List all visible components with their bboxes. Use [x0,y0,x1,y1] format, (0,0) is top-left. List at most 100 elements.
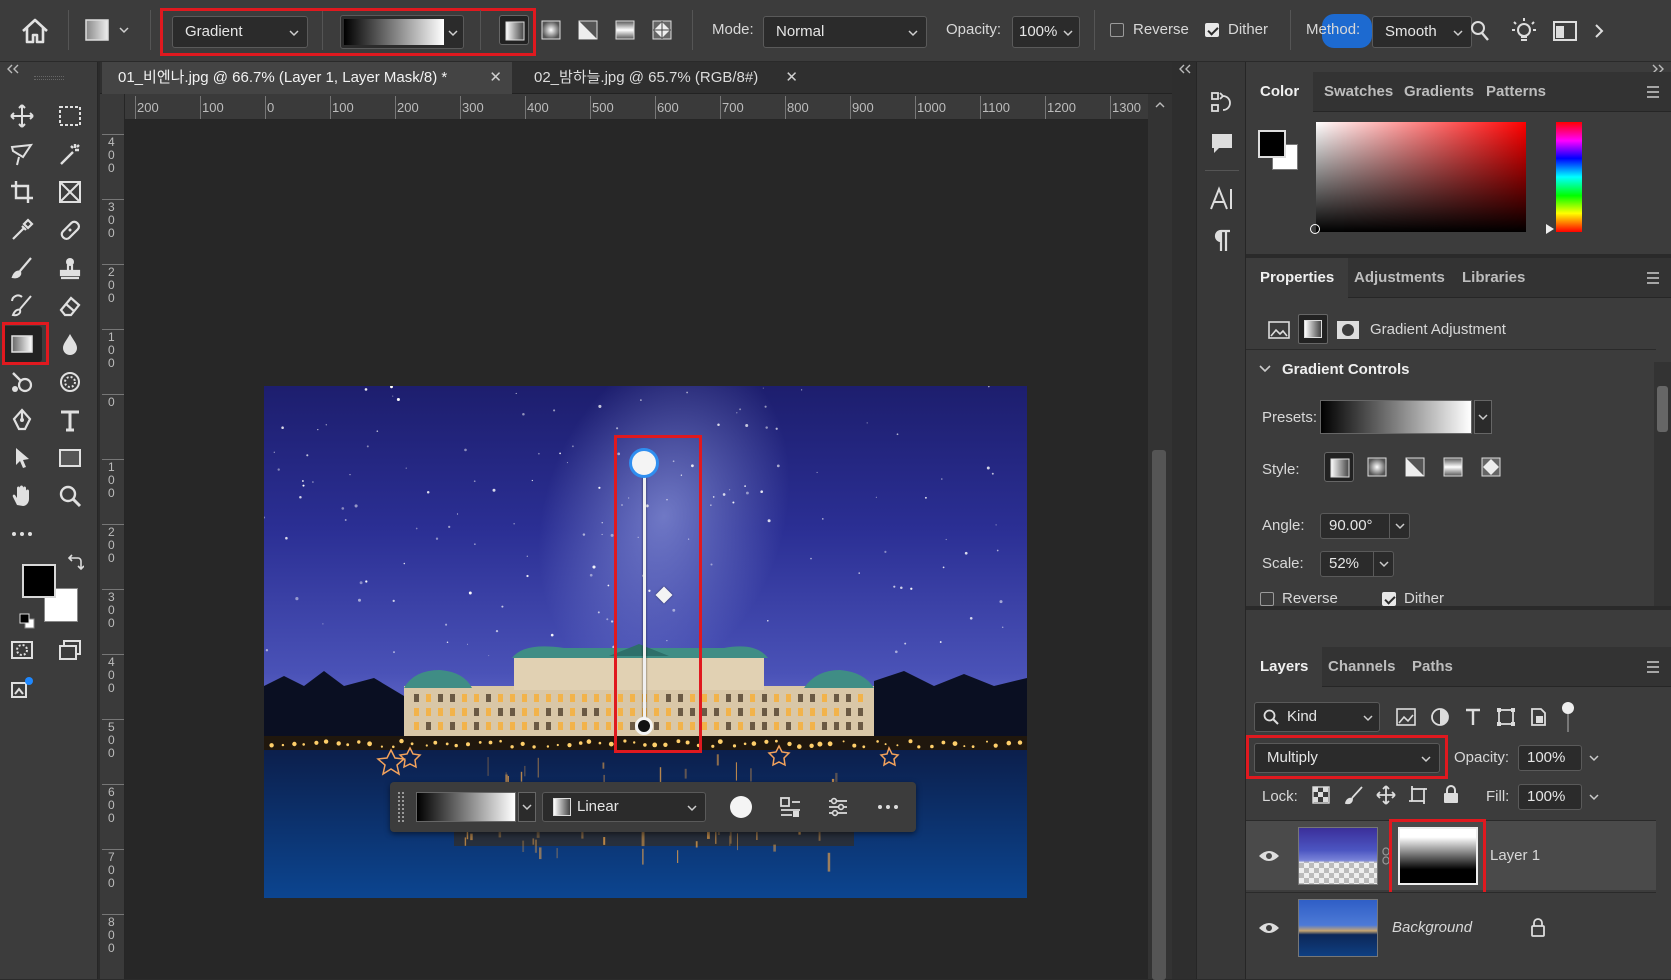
method-dropdown[interactable]: Smooth [1372,16,1472,48]
tab-channels[interactable]: Channels [1314,647,1410,687]
radial-gradient-button[interactable] [536,15,566,45]
vertical-scrollbar[interactable] [1148,94,1172,980]
layer-opacity-field[interactable]: 100% [1518,745,1582,771]
layer-properties-icon[interactable] [1268,320,1290,340]
reflected-gradient-button[interactable] [610,15,640,45]
properties-scrollbar[interactable] [1654,362,1671,606]
linear-style-button[interactable] [1324,452,1354,482]
eraser-tool[interactable] [50,288,90,324]
move-tool[interactable] [2,98,42,134]
generative-icon[interactable] [2,670,42,706]
history-icon[interactable] [1209,90,1235,116]
grip-handle[interactable] [398,792,404,822]
filter-pixel-icon[interactable] [1396,708,1416,726]
healing-brush-tool[interactable] [50,212,90,248]
lock-image-pixels-icon[interactable] [1344,785,1364,805]
scrollbar-thumb[interactable] [1657,386,1668,432]
close-icon[interactable]: ✕ [785,62,798,94]
frame-tool[interactable] [50,174,90,210]
radial-style-button[interactable] [1362,452,1392,482]
rectangle-tool[interactable] [50,440,90,476]
layer-filter-dropdown[interactable]: Kind [1254,702,1380,732]
scrollbar-thumb[interactable] [1152,450,1166,980]
tab-document-1[interactable]: 01_비엔나.jpg @ 66.7% (Layer 1, Layer Mask/… [102,62,512,94]
reflected-style-button[interactable] [1438,452,1468,482]
mask-properties-icon[interactable] [1336,320,1360,340]
filter-shape-icon[interactable] [1496,707,1516,727]
panel-menu-icon[interactable] [1645,258,1661,298]
chevron-down-icon[interactable] [1584,784,1604,810]
lock-transparent-pixels-icon[interactable] [1312,786,1330,804]
layer-name[interactable]: Background [1392,918,1472,938]
magic-wand-tool[interactable] [50,136,90,172]
eyedropper-tool[interactable] [2,212,42,248]
gradient-type-dropdown[interactable]: Gradient [172,16,308,48]
zoom-tool[interactable] [50,478,90,514]
tab-properties[interactable]: Properties [1246,258,1349,298]
foreground-color-swatch[interactable] [22,564,56,598]
sliders-icon[interactable] [826,795,850,819]
lock-artboard-icon[interactable] [1408,785,1428,805]
properties-dither-checkbox[interactable] [1382,592,1396,606]
scale-field[interactable]: 52% [1320,551,1394,577]
pattern-stamp-icon[interactable] [50,364,90,400]
swap-colors-icon[interactable] [66,554,84,572]
color-saturation-field[interactable] [1316,122,1526,232]
layer-mask-thumbnail[interactable] [1398,827,1478,885]
crop-tool[interactable] [2,174,42,210]
lock-all-icon[interactable] [1442,784,1460,804]
quick-mask-icon[interactable] [2,632,42,668]
home-icon[interactable] [20,17,50,45]
default-colors-icon[interactable] [18,612,36,630]
pen-tool[interactable] [2,402,42,438]
hand-tool[interactable] [2,478,42,514]
dither-checkbox[interactable] [1205,23,1219,37]
character-icon[interactable] [1209,186,1235,212]
gradient-tool[interactable] [2,326,42,362]
tab-libraries[interactable]: Libraries [1448,258,1539,298]
workspace-icon[interactable] [1552,20,1578,42]
chevron-down-icon[interactable] [1474,400,1492,434]
blend-mode-dropdown[interactable]: Multiply [1254,743,1440,773]
scroll-up-icon[interactable] [1154,100,1166,110]
opacity-field[interactable]: 100% [1012,16,1080,48]
color-picker-marker[interactable] [1310,224,1320,234]
layer-row[interactable]: Layer 1 [1246,820,1656,890]
angle-field[interactable]: 90.00° [1320,513,1410,539]
collapse-chevron-icon[interactable] [6,62,20,76]
tab-patterns[interactable]: Patterns [1472,72,1546,112]
tab-paths[interactable]: Paths [1398,647,1467,687]
hue-slider[interactable] [1556,122,1582,232]
chevron-down-icon[interactable] [1258,362,1272,376]
tab-adjustments[interactable]: Adjustments [1340,258,1459,298]
search-icon[interactable] [1470,20,1490,42]
filter-toggle-icon[interactable] [1562,702,1574,732]
diamond-gradient-button[interactable] [647,15,677,45]
lightbulb-icon[interactable] [1510,16,1538,46]
filter-adjustment-icon[interactable] [1430,707,1450,727]
panel-menu-icon[interactable] [1645,647,1661,687]
path-selection-tool[interactable] [2,440,42,476]
gradient-start-handle[interactable] [629,448,659,478]
link-icon[interactable] [1382,847,1390,865]
layer-1-thumbnail[interactable] [1298,827,1378,885]
eye-icon[interactable] [1258,921,1280,935]
collapse-chevron-icon[interactable] [1178,62,1192,76]
presets-swatch[interactable] [1320,400,1472,434]
angle-style-button[interactable] [1400,452,1430,482]
more-options-icon[interactable] [876,795,900,819]
comments-icon[interactable] [1209,130,1235,156]
filter-type-icon[interactable] [1464,707,1482,727]
layer-row[interactable]: Background [1246,892,1656,962]
lock-position-icon[interactable] [1376,785,1396,805]
panel-menu-icon[interactable] [1645,72,1661,112]
fill-field[interactable]: 100% [1518,784,1582,810]
gradient-end-handle[interactable] [635,717,653,735]
gradient-style-dropdown[interactable]: Linear [542,792,706,822]
clone-stamp-tool[interactable] [50,250,90,286]
gradient-preset-swatch[interactable] [416,792,516,822]
more-options-chevron-icon[interactable] [1592,20,1606,42]
chevron-down-icon[interactable] [518,792,536,822]
diamond-style-button[interactable] [1476,452,1506,482]
type-tool[interactable] [50,402,90,438]
